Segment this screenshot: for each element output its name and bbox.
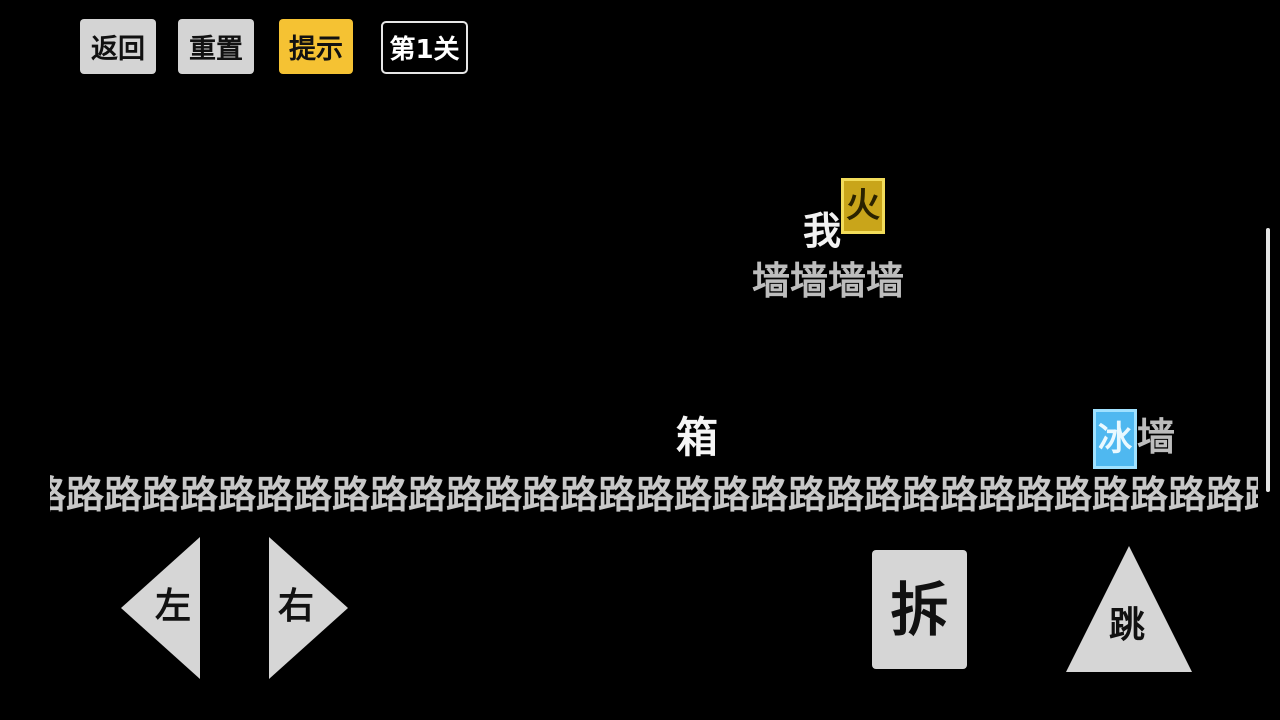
jump-button[interactable]: 跳: [1066, 546, 1192, 672]
road-text: 路路路路路路路路路路路路路路路路路路路路路路路路路路路路路路路路路: [50, 473, 1258, 517]
wall-block: 墙: [1137, 415, 1176, 459]
move-left-label: 左: [155, 586, 192, 627]
move-left-button[interactable]: 左: [121, 537, 201, 679]
hint-button[interactable]: 提示: [279, 19, 353, 74]
move-right-label: 右: [278, 586, 315, 627]
back-button[interactable]: 返回: [80, 19, 156, 74]
level-indicator: 第1关: [381, 21, 468, 74]
wall-platform: 墙墙墙墙: [752, 259, 905, 303]
demolish-button[interactable]: 拆: [872, 550, 967, 669]
fire-block: 火: [841, 178, 885, 234]
ice-block: 冰: [1093, 409, 1137, 469]
demolish-label: 拆: [890, 575, 949, 644]
player-character: 我: [803, 209, 842, 253]
reset-button[interactable]: 重置: [178, 19, 254, 74]
fire-block-label: 火: [846, 186, 880, 226]
move-right-button[interactable]: 右: [268, 537, 348, 679]
road-ground: 路路路路路路路路路路路路路路路路路路路路路路路路路路路路路路路路路: [50, 470, 1258, 520]
scrollbar[interactable]: [1266, 228, 1270, 492]
ice-block-label: 冰: [1098, 419, 1132, 459]
box-object: 箱: [676, 413, 719, 462]
jump-label: 跳: [1109, 605, 1146, 646]
